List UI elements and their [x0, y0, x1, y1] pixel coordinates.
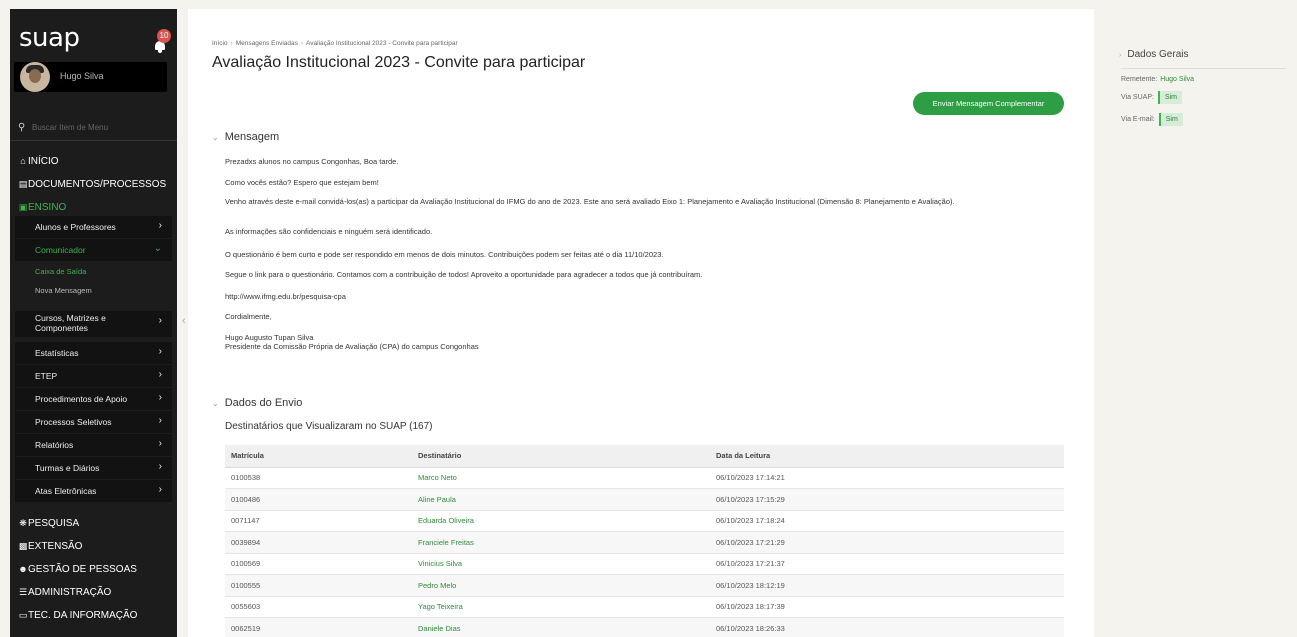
- via-email-row: Via E-mail: Sim: [1121, 113, 1183, 126]
- recipient-link[interactable]: Aline Paula: [412, 488, 710, 511]
- sidebar-item-inicio[interactable]: ⌂ INÍCIO: [10, 152, 177, 172]
- column-header[interactable]: Matrícula: [225, 445, 412, 468]
- main-content: Início › Mensagens Enviadas › Avaliação Inst…: [188, 9, 1094, 637]
- column-header[interactable]: Destinatário: [412, 445, 710, 468]
- sidebar-item-gestao-pessoas[interactable]: ☻ GESTÃO DE PESSOAS: [10, 560, 177, 580]
- sidebar-item-tec-informacao[interactable]: ▭ TEC. DA INFORMAÇÃO: [10, 606, 177, 626]
- message-line: Segue o link para o questionário. Contam…: [225, 270, 703, 279]
- sidebar: suap 10 Hugo Silva ⚲ ⌂ INÍCIO ▤ DOCUMENT…: [10, 9, 177, 637]
- chevron-right-icon: ›: [158, 415, 162, 426]
- chevron-down-icon: ⌄: [212, 133, 219, 142]
- sidebar-sub-etep[interactable]: ETEP ›: [15, 365, 172, 387]
- user-box[interactable]: Hugo Silva: [14, 62, 167, 92]
- sidebar-item-ensino[interactable]: ▣ ENSINO: [10, 198, 177, 218]
- sidebar-sub-comunicador[interactable]: Comunicador ⌄: [15, 239, 172, 261]
- breadcrumb-item: Avaliação Institucional 2023 - Convite p…: [306, 40, 458, 47]
- sidebar-subsub-nova-mensagem[interactable]: Nova Mensagem: [15, 281, 172, 301]
- chevron-right-icon: ›: [158, 346, 162, 357]
- table-row: 0100569 Vinicius Silva 06/10/2023 17:21:37: [225, 553, 1064, 575]
- sidebar-item-administracao[interactable]: ☰ ADMINISTRAÇÃO: [10, 583, 177, 603]
- sender-row: Remetente: Hugo Silva: [1121, 76, 1195, 83]
- recipient-link[interactable]: Daniele Dias: [412, 617, 710, 637]
- table-row: 0039894 Franciele Freitas 06/10/2023 17:21…: [225, 531, 1064, 554]
- breadcrumb: Início › Mensagens Enviadas › Avaliação Inst…: [212, 40, 458, 47]
- table-row: 0100486 Aline Paula 06/10/2023 17:15:29: [225, 488, 1064, 511]
- menu-search-input[interactable]: [32, 119, 170, 135]
- user-name: Hugo Silva: [60, 71, 104, 81]
- sidebar-sub-turmas-diarios[interactable]: Turmas e Diários ›: [15, 457, 172, 479]
- sidebar-sub-alunos-professores[interactable]: Alunos e Professores ›: [15, 216, 172, 238]
- suap-logo[interactable]: suap: [19, 23, 80, 53]
- chevron-right-icon: ›: [158, 392, 162, 403]
- avatar: [20, 62, 50, 92]
- send-complementary-message-button[interactable]: Enviar Mensagem Complementar: [913, 92, 1064, 115]
- breadcrumb-item[interactable]: Início: [212, 40, 228, 47]
- table-row: 0062519 Daniele Dias 06/10/2023 18:26:33: [225, 617, 1064, 637]
- message-line: O questionário é bem curto e pode ser re…: [225, 250, 664, 259]
- recipients-table: Matrícula Destinatário Data da Leitura 0…: [225, 445, 1064, 637]
- recipient-link[interactable]: Yago Teixeira: [412, 596, 710, 618]
- sidebar-item-documentos[interactable]: ▤ DOCUMENTOS/PROCESSOS: [10, 175, 177, 195]
- status-badge: Sim: [1157, 91, 1183, 104]
- recipients-subtitle: Destinatários que Visualizaram no SUAP (…: [225, 421, 433, 432]
- section-mensagem-title[interactable]: ⌄ Mensagem: [212, 131, 279, 143]
- table-row: 0055603 Yago Teixeira 06/10/2023 18:17:39: [225, 596, 1064, 618]
- notification-badge[interactable]: 10: [157, 29, 171, 43]
- table-row: 0100538 Marco Neto 06/10/2023 17:14:21: [225, 467, 1064, 489]
- chevron-down-icon: ⌄: [153, 243, 162, 254]
- column-header[interactable]: Data da Leitura: [710, 445, 1064, 468]
- sidebar-sub-cursos[interactable]: Cursos, Matrizes e Componentes ›: [15, 311, 172, 337]
- chevron-right-icon: ›: [158, 438, 162, 449]
- sidebar-sub-processos-seletivos[interactable]: Processos Seletivos ›: [15, 411, 172, 433]
- message-line: Como vocês estão? Espero que estejam bem…: [225, 178, 379, 187]
- recipient-link[interactable]: Franciele Freitas: [412, 531, 710, 554]
- table-row: 0100555 Pedro Melo 06/10/2023 18:12:19: [225, 574, 1064, 597]
- menu-search: ⚲: [10, 113, 177, 141]
- recipient-link[interactable]: Vinicius Silva: [412, 553, 710, 575]
- chevron-down-icon: ⌄: [212, 399, 219, 408]
- chevron-right-icon: ›: [158, 220, 162, 231]
- divider: [1121, 68, 1285, 69]
- sidebar-sub-atas[interactable]: Atas Eletrônicas ›: [15, 480, 172, 502]
- message-line: As informações são confidenciais e ningu…: [225, 227, 433, 236]
- recipient-link[interactable]: Marco Neto: [412, 467, 710, 489]
- recipient-link[interactable]: Eduarda Oliveira: [412, 510, 710, 532]
- sidebar-item-extensao[interactable]: ▩ EXTENSÃO: [10, 537, 177, 557]
- sender-link[interactable]: Hugo Silva: [1160, 76, 1194, 83]
- sidebar-sub-relatorios[interactable]: Relatórios ›: [15, 434, 172, 456]
- chevron-right-icon: ›: [158, 315, 162, 326]
- status-badge: Sim: [1158, 113, 1183, 126]
- table-row: 0071147 Eduarda Oliveira 06/10/2023 17:18:…: [225, 510, 1064, 532]
- message-link[interactable]: http://www.ifmg.edu.br/pesquisa-cpa: [225, 292, 1055, 301]
- message-line: Cordialmente,: [225, 312, 272, 321]
- recipient-link[interactable]: Pedro Melo: [412, 574, 710, 597]
- search-icon: ⚲: [18, 122, 26, 133]
- message-line: Venho através deste e-mail convidá-los(a…: [225, 197, 955, 206]
- message-signature-role: Presidente da Comissão Própria de Avalia…: [225, 342, 479, 351]
- collapse-sidebar-icon[interactable]: ‹: [182, 315, 186, 327]
- general-data-title[interactable]: › Dados Gerais: [1119, 49, 1188, 60]
- sidebar-sub-estatisticas[interactable]: Estatísticas ›: [15, 342, 172, 364]
- section-envio-title[interactable]: ⌄ Dados do Envio: [212, 397, 302, 409]
- sidebar-subsub-caixa-saida[interactable]: Caixa de Saída: [15, 262, 172, 282]
- page-title: Avaliação Institucional 2023 - Convite p…: [212, 54, 586, 71]
- chevron-right-icon: ›: [158, 484, 162, 495]
- chevron-right-icon: ›: [1119, 52, 1122, 59]
- via-suap-row: Via SUAP: Sim: [1121, 91, 1183, 104]
- chevron-right-icon: ›: [158, 369, 162, 380]
- message-signature-name: Hugo Augusto Tupan Silva: [225, 333, 314, 342]
- breadcrumb-item[interactable]: Mensagens Enviadas: [236, 40, 298, 47]
- message-line: Prezadxs alunos no campus Congonhas, Boa…: [225, 157, 399, 166]
- chevron-right-icon: ›: [158, 461, 162, 472]
- sidebar-sub-procedimentos[interactable]: Procedimentos de Apoio ›: [15, 388, 172, 410]
- sidebar-item-pesquisa[interactable]: ❋ PESQUISA: [10, 514, 177, 534]
